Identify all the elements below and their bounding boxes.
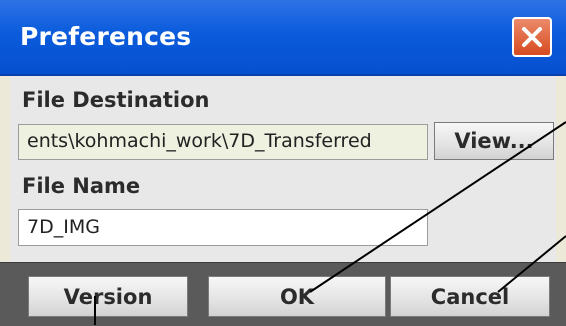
dialog-title: Preferences	[20, 22, 192, 51]
title-bar[interactable]: Preferences	[0, 0, 566, 76]
file-destination-field[interactable]: ents\kohmachi_work\7D_Transferred	[18, 124, 428, 160]
close-button[interactable]	[512, 17, 552, 57]
cancel-button[interactable]: Cancel	[390, 276, 550, 317]
view-button[interactable]: View...	[434, 122, 554, 160]
close-icon	[522, 27, 542, 47]
preferences-dialog: Preferences File Destination ents\kohmac…	[0, 0, 566, 326]
version-button[interactable]: Version	[28, 276, 188, 317]
file-name-input[interactable]: 7D_IMG	[18, 209, 428, 246]
file-name-label: File Name	[22, 174, 141, 198]
ok-button[interactable]: OK	[208, 276, 386, 317]
file-destination-label: File Destination	[22, 88, 210, 112]
